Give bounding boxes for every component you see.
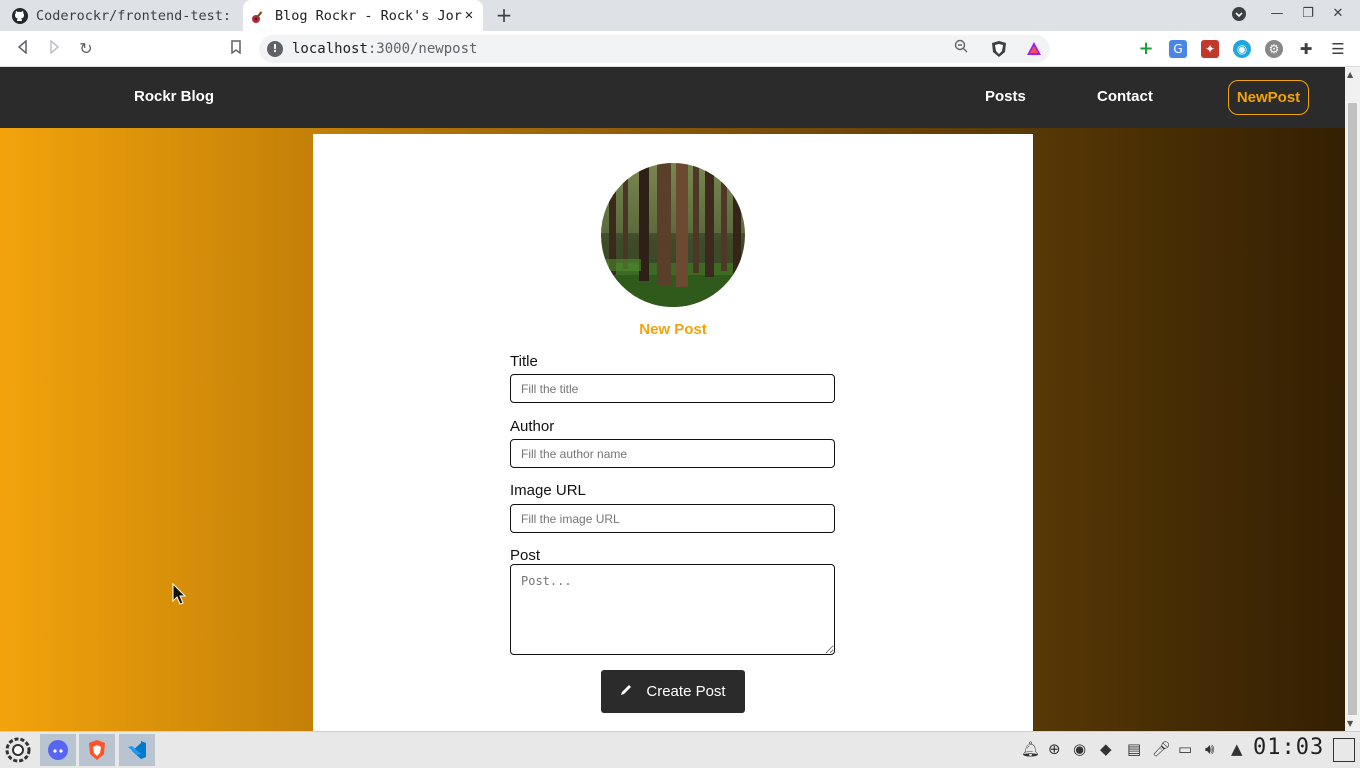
title-input[interactable] — [510, 374, 835, 403]
discord-tray-icon[interactable]: ◉ — [1073, 740, 1086, 758]
close-window-icon[interactable]: ✕ — [1328, 6, 1348, 21]
image-url-label: Image URL — [510, 482, 586, 499]
new-tab-button[interactable]: + — [493, 4, 515, 26]
forest-avatar — [601, 163, 745, 307]
start-menu-icon[interactable] — [0, 734, 36, 766]
reload-icon[interactable]: ↻ — [75, 38, 97, 60]
url-text: localhost:3000/newpost — [292, 41, 478, 57]
extension-gear-icon[interactable]: ⚙ — [1265, 40, 1283, 58]
page-scrollbar[interactable]: ▲ ▼ — [1345, 67, 1360, 731]
nav-newpost-button[interactable]: NewPost — [1228, 80, 1309, 115]
image-url-input[interactable] — [510, 504, 835, 533]
guitar-icon — [251, 8, 267, 24]
menu-icon[interactable]: ☰ — [1329, 40, 1347, 58]
browser-toolbar: ↻ ! localhost:3000/newpost + G ✦ ◉ ⚙ ✚ ☰ — [0, 31, 1360, 67]
post-label: Post — [510, 547, 541, 564]
update-icon[interactable]: ⊕ — [1048, 740, 1061, 758]
browser-tab-bar: Coderockr/frontend-test: Blog Rockr - Ro… — [0, 0, 1360, 31]
pencil-icon — [620, 683, 633, 700]
github-icon — [12, 7, 28, 24]
scroll-down-icon[interactable]: ▼ — [1347, 719, 1353, 728]
microphone-icon[interactable]: 🎤︎ — [1152, 740, 1171, 758]
title-label: Title — [510, 353, 538, 370]
create-post-button[interactable]: Create Post — [601, 670, 745, 713]
nav-link-posts[interactable]: Posts — [985, 88, 1026, 105]
author-label: Author — [510, 418, 555, 435]
puzzle-icon[interactable]: ✚ — [1297, 40, 1315, 58]
tab-search-icon[interactable] — [1229, 6, 1249, 26]
nav-link-contact[interactable]: Contact — [1097, 88, 1153, 105]
tab-title: Blog Rockr - Rock's Jor — [275, 7, 462, 24]
diamond-tray-icon[interactable]: ◆ — [1100, 740, 1112, 758]
scrollbar-thumb[interactable] — [1348, 103, 1357, 715]
clipboard-icon[interactable]: ▤ — [1127, 740, 1141, 758]
tab-blog-rockr[interactable]: Blog Rockr - Rock's Jor ✕ — [243, 0, 483, 31]
restore-icon[interactable]: ❐ — [1298, 6, 1318, 21]
discord-app-icon[interactable] — [40, 734, 76, 766]
minimize-icon[interactable]: — — [1267, 6, 1287, 21]
brave-shield-icon[interactable] — [990, 40, 1008, 58]
volume-icon[interactable]: 🔊︎ — [1205, 740, 1214, 758]
tab-github[interactable]: Coderockr/frontend-test: — [0, 0, 240, 31]
extension-eye-icon[interactable]: ◉ — [1233, 40, 1251, 58]
page-title: New Post — [639, 321, 707, 338]
vscode-app-icon[interactable] — [119, 734, 155, 766]
close-icon[interactable]: ✕ — [461, 7, 477, 23]
site-navbar: Rockr Blog Posts Contact NewPost — [0, 67, 1345, 128]
brave-app-icon[interactable] — [79, 734, 115, 766]
network-icon[interactable]: ▭ — [1178, 740, 1192, 758]
brave-rewards-icon[interactable] — [1025, 40, 1043, 58]
tray-expand-icon[interactable]: ▲ — [1231, 740, 1243, 758]
site-brand[interactable]: Rockr Blog — [134, 88, 214, 105]
notification-icon[interactable]: 🔔︎ — [1021, 740, 1040, 758]
bookmark-icon[interactable] — [225, 38, 247, 60]
new-post-card: New Post Title Author Image URL Post Cre… — [313, 134, 1033, 731]
address-bar[interactable]: ! localhost:3000/newpost — [259, 35, 1050, 63]
author-input[interactable] — [510, 439, 835, 468]
zoom-icon[interactable] — [954, 39, 968, 57]
back-icon[interactable] — [12, 38, 34, 60]
forward-icon[interactable] — [43, 38, 65, 60]
clock[interactable]: 01:03 — [1253, 735, 1324, 760]
tab-title: Coderockr/frontend-test: — [36, 7, 232, 24]
show-desktop-button[interactable] — [1333, 738, 1355, 762]
plus-extension-icon[interactable]: + — [1137, 40, 1155, 58]
mouse-cursor-icon — [172, 582, 187, 609]
info-icon[interactable]: ! — [267, 41, 283, 57]
os-taskbar: 🔔︎ ⊕ ◉ ◆ ▤ 🎤︎ ▭ 🔊︎ ▲ 01:03 — [0, 731, 1360, 768]
page-background: Rockr Blog Posts Contact NewPost New Pos… — [0, 67, 1345, 731]
scroll-up-icon[interactable]: ▲ — [1347, 70, 1353, 79]
post-textarea[interactable] — [510, 564, 835, 655]
translate-icon[interactable]: G — [1169, 40, 1187, 58]
extension-red-icon[interactable]: ✦ — [1201, 40, 1219, 58]
create-post-label: Create Post — [646, 683, 726, 700]
